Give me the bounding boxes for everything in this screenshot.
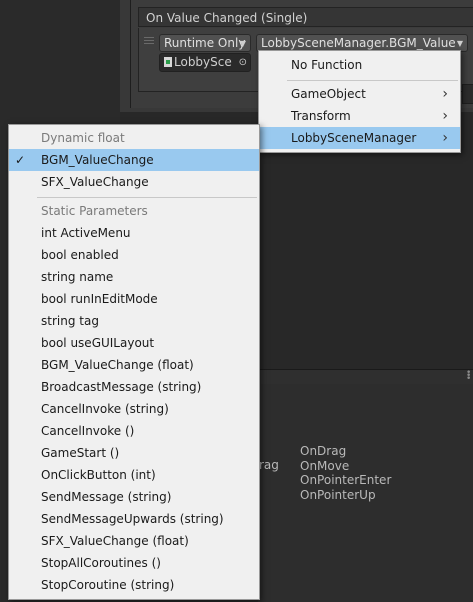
event-header: On Value Changed (Single) [138, 7, 473, 27]
menu-item-label: StopCoroutine (string) [41, 578, 175, 592]
menu-item-lobbyscenemanager[interactable]: LobbySceneManager › [259, 127, 460, 149]
menu-item-static[interactable]: int ActiveMenu [9, 222, 259, 244]
menu-item-static[interactable]: bool useGUILayout [9, 332, 259, 354]
menu-item-dynamic-sfx[interactable]: SFX_ValueChange [9, 171, 259, 193]
menu-item-label: CancelInvoke (string) [41, 402, 169, 416]
menu-item-static[interactable]: StopCoroutine (string) [9, 574, 259, 596]
menu-item-static[interactable]: bool enabled [9, 244, 259, 266]
menu-item-label: SendMessageUpwards (string) [41, 512, 224, 526]
menu-item-label: OnClickButton (int) [41, 468, 156, 482]
menu-item-static[interactable]: CancelInvoke (string) [9, 398, 259, 420]
menu-item-label: int ActiveMenu [41, 226, 131, 240]
menu-item-label: SFX_ValueChange (float) [41, 534, 189, 548]
more-options-icon[interactable]: • • • [466, 369, 471, 384]
menu-item-static[interactable]: SendMessage (string) [9, 486, 259, 508]
dropdown-arrow-icon: ▼ [239, 39, 246, 48]
menu-item-transform[interactable]: Transform › [259, 105, 460, 127]
menu-item-label: GameStart () [41, 446, 120, 460]
menu-item-label: BroadcastMessage (string) [41, 380, 202, 394]
menu-item-label: BGM_ValueChange [41, 153, 154, 167]
chevron-right-icon: › [442, 108, 448, 124]
function-menu: No Function GameObject › Transform › Lobby… [258, 50, 461, 153]
menu-item-no-function[interactable]: No Function [259, 54, 460, 76]
drag-handle-icon[interactable] [144, 37, 154, 46]
menu-item-static[interactable]: StopAllCoroutines () [9, 552, 259, 574]
chevron-right-icon: › [442, 86, 448, 102]
menu-item-static[interactable]: string name [9, 266, 259, 288]
menu-item-static[interactable]: string tag [9, 310, 259, 332]
menu-item-label: bool enabled [41, 248, 119, 262]
menu-item-label: LobbySceneManager [291, 131, 417, 145]
menu-header-dynamic: Dynamic float [41, 131, 125, 145]
event-item: OnPointerUp [300, 487, 376, 502]
menu-separator [287, 80, 458, 81]
event-item: OnMove [300, 458, 350, 473]
chevron-right-icon: › [442, 130, 448, 146]
menu-item-gameobject[interactable]: GameObject › [259, 83, 460, 105]
menu-item-label: BGM_ValueChange (float) [41, 358, 194, 372]
event-item: OnPointerEnter [300, 473, 392, 487]
menu-item-static[interactable]: BroadcastMessage (string) [9, 376, 259, 398]
menu-item-dynamic-bgm[interactable]: ✓ BGM_ValueChange [9, 149, 259, 171]
menu-item-label: string tag [41, 314, 99, 328]
menu-item-static[interactable]: OnClickButton (int) [9, 464, 259, 486]
function-dropdown-label: LobbySceneManager.BGM_Value [261, 36, 456, 50]
menu-item-label: StopAllCoroutines () [41, 556, 161, 570]
menu-separator [37, 197, 257, 198]
menu-item-label: SendMessage (string) [41, 490, 172, 504]
checkmark-icon: ✓ [15, 153, 26, 167]
method-menu: Dynamic float ✓ BGM_ValueChange SFX_Valu… [8, 124, 260, 600]
menu-item-static[interactable]: SendMessageUpwards (string) [9, 508, 259, 530]
menu-item-label: No Function [291, 58, 363, 72]
menu-item-label: SFX_ValueChange [41, 175, 149, 189]
script-file-icon [164, 57, 172, 67]
event-item-partial: rag [259, 458, 279, 472]
side-button[interactable] [462, 84, 473, 104]
menu-item-label: GameObject [291, 87, 366, 101]
menu-item-static[interactable]: CancelInvoke () [9, 420, 259, 442]
menu-item-label: bool useGUILayout [41, 336, 155, 350]
object-field[interactable]: LobbySce ⊙ [159, 53, 251, 72]
menu-header-static: Static Parameters [41, 204, 148, 218]
menu-item-label: CancelInvoke () [41, 424, 135, 438]
menu-item-label: string name [41, 270, 114, 284]
event-item: OnDrag [300, 444, 347, 458]
object-field-label: LobbySce [174, 55, 232, 69]
menu-item-static[interactable]: GameStart () [9, 442, 259, 464]
object-picker-icon[interactable]: ⊙ [239, 54, 247, 71]
runtime-dropdown-label: Runtime Only [164, 36, 246, 50]
menu-item-label: bool runInEditMode [41, 292, 158, 306]
runtime-dropdown[interactable]: Runtime Only ▼ [159, 34, 251, 52]
menu-item-static[interactable]: SFX_ValueChange (float) [9, 530, 259, 552]
menu-item-label: Transform [291, 109, 351, 123]
menu-item-static[interactable]: bool runInEditMode [9, 288, 259, 310]
menu-item-static[interactable]: BGM_ValueChange (float) [9, 354, 259, 376]
panel-splitter[interactable] [258, 369, 473, 384]
